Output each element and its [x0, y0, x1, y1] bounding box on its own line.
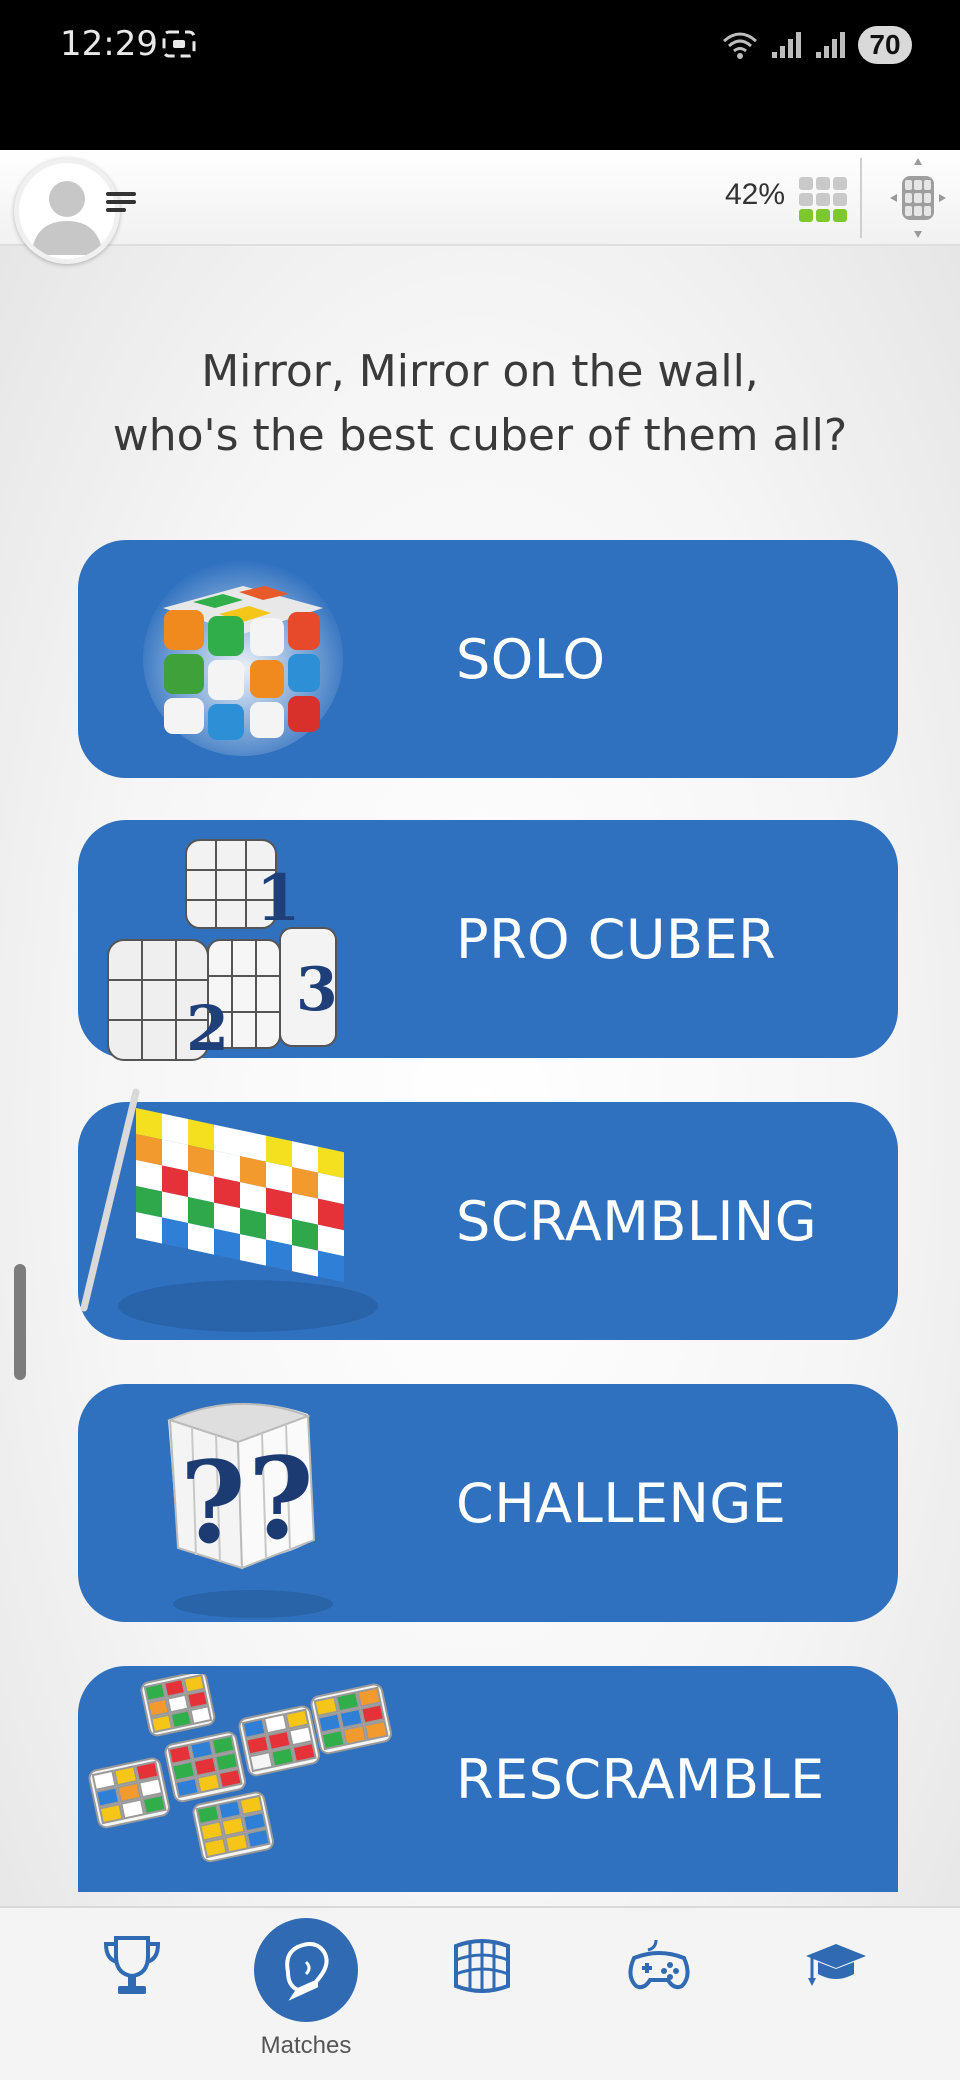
nav-cube[interactable] [410, 1908, 550, 2080]
avatar-silhouette-icon [31, 181, 103, 255]
graduation-cap-icon [806, 1944, 866, 1986]
tagline: Mirror, Mirror on the wall, who's the be… [0, 340, 960, 468]
bottom-nav: Matches [0, 1906, 960, 2080]
signal-icon [772, 32, 801, 58]
screenshot-icon [162, 30, 196, 58]
tagline-line-1: Mirror, Mirror on the wall, [201, 346, 759, 397]
progress-text: 42% [724, 178, 785, 211]
svg-text:1: 1 [256, 861, 301, 936]
trophy-icon [103, 1936, 161, 1994]
top-bar: 42% [0, 150, 960, 264]
challenge-label: CHALLENGE [456, 1471, 787, 1535]
rescramble-button[interactable]: RESCRAMBLE [78, 1666, 898, 1892]
nav-trophy[interactable] [62, 1908, 202, 2080]
solo-label: SOLO [456, 627, 606, 691]
podium-cubes-icon: 1 2 3 [107, 839, 338, 1065]
battery-badge: 70 [858, 26, 912, 64]
status-bar: 12:29 70 [0, 0, 960, 150]
svg-text:2: 2 [186, 992, 229, 1065]
svg-text:?: ? [180, 1438, 246, 1569]
boxing-glove-icon [285, 1942, 329, 2001]
nav-matches-label: Matches [260, 2032, 352, 2059]
scrambling-button[interactable]: SCRAMBLING [78, 1088, 898, 1340]
top-divider [860, 158, 862, 238]
cube-navigation-icon[interactable] [888, 156, 948, 240]
scrambling-label: SCRAMBLING [456, 1189, 818, 1253]
nav-matches[interactable]: Matches [236, 1908, 376, 2080]
nav-learn[interactable] [760, 1908, 900, 2080]
checkered-flag-icon [80, 1088, 378, 1332]
challenge-button[interactable]: ? ? CHALLENGE [78, 1384, 898, 1622]
svg-text:?: ? [248, 1434, 314, 1565]
rescramble-label: RESCRAMBLE [456, 1747, 825, 1811]
status-time: 12:29 [60, 24, 158, 64]
pro-cuber-label: PRO CUBER [456, 907, 777, 971]
svg-text:3: 3 [296, 955, 338, 1025]
gamepad-icon [628, 1939, 690, 1990]
menu-icon[interactable] [106, 190, 140, 214]
solo-button[interactable]: SOLO [78, 540, 898, 778]
tagline-line-2: who's the best cuber of them all? [112, 410, 848, 461]
nav-games[interactable] [586, 1908, 726, 2080]
unfolded-cube-icon [88, 1674, 392, 1863]
cube-icon [454, 1939, 510, 1993]
signal-icon-2 [816, 32, 845, 58]
status-indicators: 70 [720, 24, 912, 66]
pro-cuber-button[interactable]: 1 2 3 PRO CUBER [78, 820, 898, 1065]
app-screen: 42% Mirror, Mirror on the wall, who's th… [0, 150, 960, 2080]
cube-grid-icon[interactable] [798, 176, 848, 224]
wifi-icon [723, 32, 757, 59]
scrollbar[interactable] [14, 1264, 26, 1380]
avatar[interactable] [14, 158, 120, 264]
question-cube-icon: ? ? [167, 1402, 333, 1618]
glowing-cube-icon [143, 560, 343, 756]
